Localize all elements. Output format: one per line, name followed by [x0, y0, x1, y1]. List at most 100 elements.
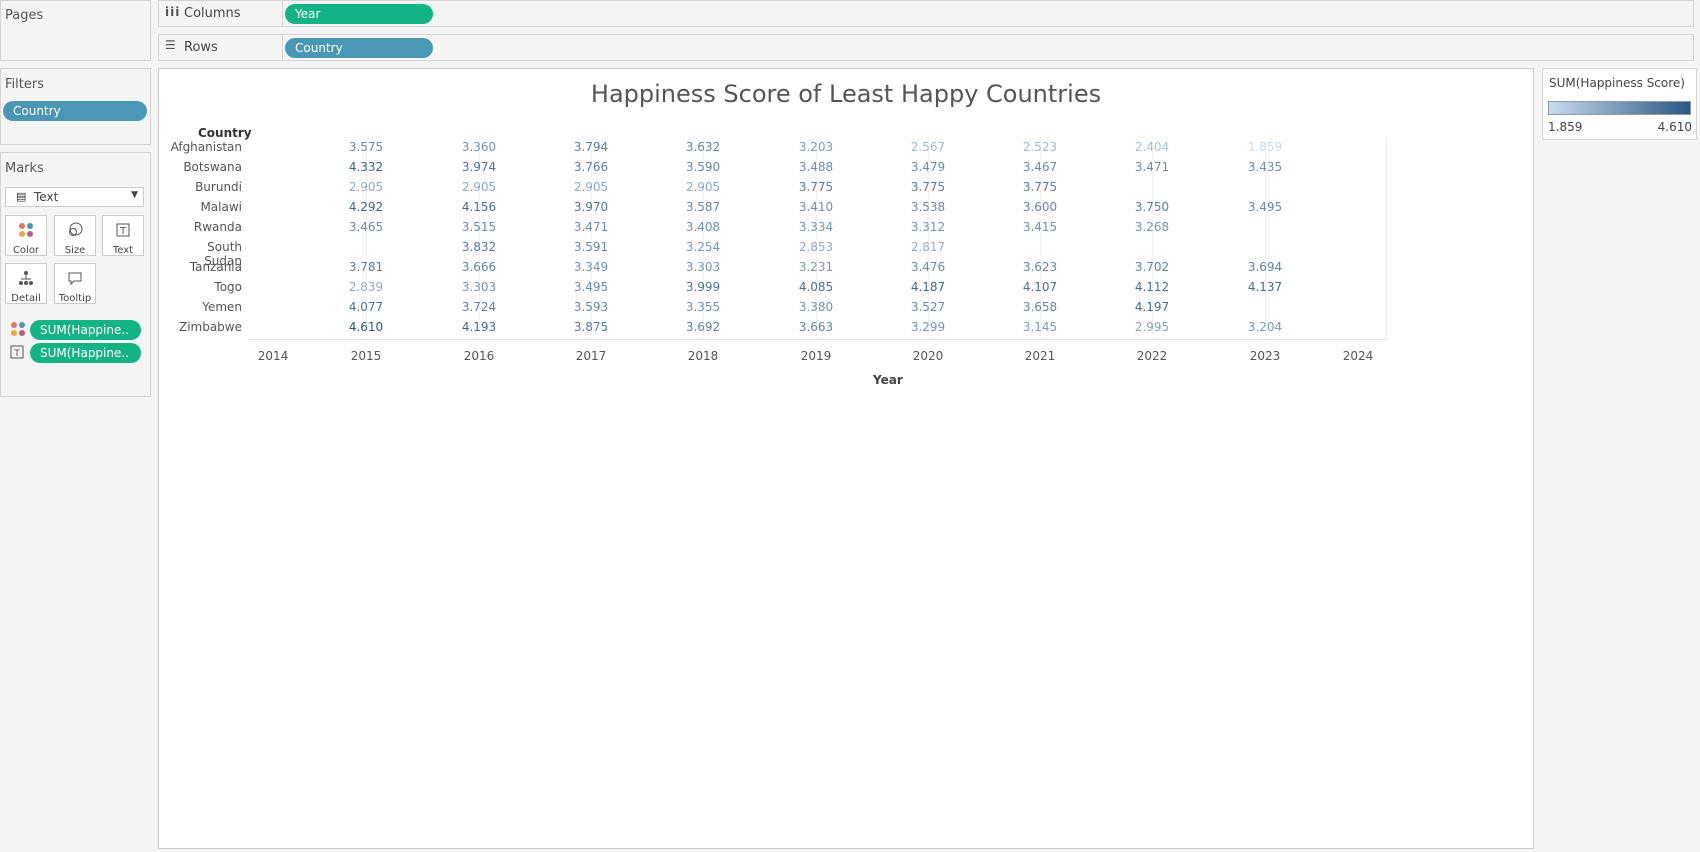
text-button[interactable]: T Text	[102, 215, 144, 256]
table-cell[interactable]: 3.775	[898, 180, 958, 194]
table-cell[interactable]: 3.632	[673, 140, 733, 154]
table-cell[interactable]: 3.750	[1122, 200, 1182, 214]
table-cell[interactable]: 3.471	[1122, 160, 1182, 174]
table-cell[interactable]: 3.203	[786, 140, 846, 154]
table-cell[interactable]: 4.085	[786, 280, 846, 294]
table-cell[interactable]: 3.467	[1010, 160, 1070, 174]
table-cell[interactable]: 3.600	[1010, 200, 1070, 214]
table-cell[interactable]: 3.970	[561, 200, 621, 214]
table-cell[interactable]: 3.694	[1235, 260, 1295, 274]
country-label: Togo	[214, 280, 242, 294]
table-cell[interactable]: 3.465	[336, 220, 396, 234]
table-cell[interactable]: 2.853	[786, 240, 846, 254]
table-cell[interactable]: 4.187	[898, 280, 958, 294]
table-cell[interactable]: 3.593	[561, 300, 621, 314]
detail-button[interactable]: Detail	[5, 263, 47, 304]
table-cell[interactable]: 3.587	[673, 200, 733, 214]
table-cell[interactable]: 4.077	[336, 300, 396, 314]
table-cell[interactable]: 3.410	[786, 200, 846, 214]
table-cell[interactable]: 3.471	[561, 220, 621, 234]
filter-pill-country[interactable]: Country	[3, 101, 147, 121]
table-cell[interactable]: 3.590	[673, 160, 733, 174]
table-cell[interactable]: 4.610	[336, 320, 396, 334]
table-cell[interactable]: 3.663	[786, 320, 846, 334]
table-cell[interactable]: 3.488	[786, 160, 846, 174]
table-cell[interactable]: 2.905	[336, 180, 396, 194]
table-cell[interactable]: 4.137	[1235, 280, 1295, 294]
table-cell[interactable]: 3.591	[561, 240, 621, 254]
text-box-icon: ▤	[16, 190, 27, 203]
table-cell[interactable]: 3.658	[1010, 300, 1070, 314]
table-cell[interactable]: 3.692	[673, 320, 733, 334]
table-cell[interactable]: 2.839	[336, 280, 396, 294]
table-cell[interactable]: 4.112	[1122, 280, 1182, 294]
table-cell[interactable]: 3.527	[898, 300, 958, 314]
table-cell[interactable]: 3.408	[673, 220, 733, 234]
table-cell[interactable]: 1.859	[1235, 140, 1295, 154]
columns-pill-year[interactable]: Year	[285, 4, 433, 24]
color-legend[interactable]: SUM(Happiness Score) 1.859 4.610	[1542, 68, 1697, 140]
table-cell[interactable]: 3.724	[449, 300, 509, 314]
table-cell[interactable]: 4.292	[336, 200, 396, 214]
table-cell[interactable]: 3.312	[898, 220, 958, 234]
table-cell[interactable]: 3.832	[449, 240, 509, 254]
pages-title: Pages	[5, 8, 44, 23]
table-cell[interactable]: 3.495	[1235, 200, 1295, 214]
table-cell[interactable]: 4.197	[1122, 300, 1182, 314]
table-cell[interactable]: 3.145	[1010, 320, 1070, 334]
color-button[interactable]: Color	[5, 215, 47, 256]
table-cell[interactable]: 3.231	[786, 260, 846, 274]
table-cell[interactable]: 2.905	[449, 180, 509, 194]
table-cell[interactable]: 2.404	[1122, 140, 1182, 154]
table-cell[interactable]: 4.156	[449, 200, 509, 214]
table-cell[interactable]: 3.254	[673, 240, 733, 254]
table-cell[interactable]: 3.781	[336, 260, 396, 274]
table-cell[interactable]: 3.666	[449, 260, 509, 274]
table-cell[interactable]: 3.766	[561, 160, 621, 174]
table-cell[interactable]: 4.193	[449, 320, 509, 334]
table-cell[interactable]: 3.702	[1122, 260, 1182, 274]
table-cell[interactable]: 3.204	[1235, 320, 1295, 334]
mark-type-dropdown[interactable]: ▤ Text ▼	[5, 187, 144, 207]
table-cell[interactable]: 3.495	[561, 280, 621, 294]
table-cell[interactable]: 3.415	[1010, 220, 1070, 234]
table-cell[interactable]: 3.623	[1010, 260, 1070, 274]
table-cell[interactable]: 4.332	[336, 160, 396, 174]
table-cell[interactable]: 2.567	[898, 140, 958, 154]
table-cell[interactable]: 3.268	[1122, 220, 1182, 234]
table-cell[interactable]: 3.875	[561, 320, 621, 334]
table-cell[interactable]: 3.775	[786, 180, 846, 194]
table-cell[interactable]: 3.794	[561, 140, 621, 154]
table-cell[interactable]: 3.974	[449, 160, 509, 174]
table-cell[interactable]: 3.435	[1235, 160, 1295, 174]
table-cell[interactable]: 3.775	[1010, 180, 1070, 194]
table-cell[interactable]: 3.303	[673, 260, 733, 274]
table-cell[interactable]: 3.360	[449, 140, 509, 154]
table-cell[interactable]: 3.479	[898, 160, 958, 174]
table-cell[interactable]: 3.999	[673, 280, 733, 294]
columns-shelf: iii Columns Year	[158, 0, 1694, 27]
table-cell[interactable]: 3.334	[786, 220, 846, 234]
table-cell[interactable]: 4.107	[1010, 280, 1070, 294]
table-cell[interactable]: 3.303	[449, 280, 509, 294]
tooltip-button[interactable]: Tooltip	[54, 263, 96, 304]
table-cell[interactable]: 2.817	[898, 240, 958, 254]
table-cell[interactable]: 3.299	[898, 320, 958, 334]
marks-field-text[interactable]: SUM(Happine..	[30, 343, 141, 363]
table-cell[interactable]: 3.355	[673, 300, 733, 314]
marks-field-color[interactable]: SUM(Happine..	[30, 320, 141, 340]
table-cell[interactable]: 3.380	[786, 300, 846, 314]
table-cell[interactable]: 2.995	[1122, 320, 1182, 334]
x-tick-label: 2016	[463, 349, 495, 363]
table-cell[interactable]: 3.515	[449, 220, 509, 234]
table-cell[interactable]: 2.523	[1010, 140, 1070, 154]
view-canvas[interactable]: Happiness Score of Least Happy Countries…	[158, 68, 1534, 849]
table-cell[interactable]: 3.476	[898, 260, 958, 274]
size-button[interactable]: Size	[54, 215, 96, 256]
table-cell[interactable]: 2.905	[561, 180, 621, 194]
table-cell[interactable]: 3.538	[898, 200, 958, 214]
table-cell[interactable]: 3.349	[561, 260, 621, 274]
table-cell[interactable]: 3.575	[336, 140, 396, 154]
rows-pill-country[interactable]: Country	[285, 38, 433, 58]
table-cell[interactable]: 2.905	[673, 180, 733, 194]
